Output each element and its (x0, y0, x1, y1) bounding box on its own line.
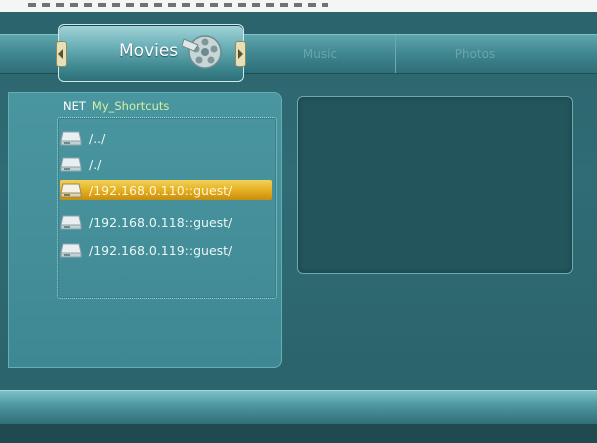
tab-music[interactable]: Music (243, 35, 396, 73)
list-item-label: /192.168.0.119::guest/ (89, 242, 233, 258)
tab-photos[interactable]: Photos (395, 35, 554, 73)
list-item-label: /./ (89, 156, 102, 172)
list-item[interactable]: /./ (60, 154, 272, 174)
tab-movies-label: Movies (119, 41, 179, 61)
media-player-screen: Music Photos Movies NET My_Shortcuts /..… (0, 0, 597, 443)
tab-music-label: Music (302, 47, 338, 61)
network-drive-icon (60, 243, 82, 258)
folder-label[interactable]: My_Shortcuts (92, 99, 169, 113)
preview-pane (297, 96, 573, 274)
bottom-bar (0, 390, 597, 425)
list-item[interactable]: /192.168.0.118::guest/ (60, 212, 272, 232)
network-drive-icon (60, 157, 82, 172)
list-item[interactable]: /../ (60, 128, 272, 148)
tab-movies[interactable]: Movies (56, 24, 246, 82)
list-item-label: /192.168.0.110::guest/ (89, 182, 233, 198)
network-drive-icon (60, 215, 82, 230)
list-item[interactable]: /192.168.0.119::guest/ (60, 240, 272, 260)
network-drive-icon (60, 131, 82, 146)
list-item-label: /192.168.0.118::guest/ (89, 214, 233, 230)
list-item-selected[interactable]: /192.168.0.110::guest/ (60, 180, 272, 200)
source-label[interactable]: NET (63, 99, 86, 113)
top-dashes (28, 3, 328, 7)
tab-photos-label: Photos (454, 47, 496, 61)
top-strip (0, 0, 597, 12)
arrow-left-icon[interactable] (56, 41, 67, 67)
arrow-right-icon[interactable] (235, 41, 246, 67)
film-reel-icon (182, 35, 222, 69)
bottom-floor (0, 424, 597, 443)
list-item-label: /../ (89, 130, 106, 146)
browser-header: NET My_Shortcuts (63, 99, 169, 113)
network-drive-icon (60, 183, 82, 198)
